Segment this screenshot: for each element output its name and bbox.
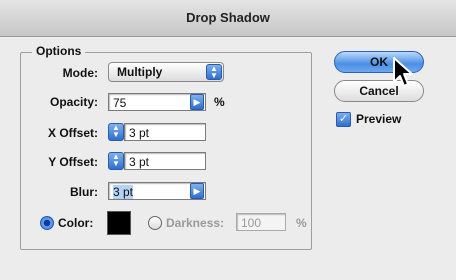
- x-offset-label: X Offset:: [47, 126, 98, 140]
- mode-label: Mode:: [62, 66, 98, 80]
- preview-label: Preview: [356, 112, 402, 126]
- blur-value: 3 pt: [113, 185, 134, 199]
- preview-checkbox[interactable]: ✓: [336, 112, 351, 127]
- x-offset-stepper-icon[interactable]: ▲ ▼: [108, 123, 124, 141]
- blur-label: Blur:: [70, 185, 98, 199]
- dialog-title: Drop Shadow: [186, 10, 270, 25]
- darkness-field[interactable]: 100: [236, 213, 286, 231]
- opacity-dropdown-arrow-icon[interactable]: ▶: [190, 94, 204, 110]
- y-offset-label: Y Offset:: [48, 155, 98, 169]
- color-swatch[interactable]: [107, 211, 131, 235]
- darkness-label: Darkness:: [166, 216, 225, 230]
- darkness-unit: %: [296, 216, 307, 230]
- opacity-label: Opacity:: [49, 95, 98, 109]
- blur-dropdown-arrow-icon[interactable]: ▶: [190, 183, 204, 199]
- mode-value: Multiply: [117, 65, 163, 79]
- title-bar: Drop Shadow: [0, 0, 456, 37]
- options-legend: Options: [32, 44, 86, 58]
- y-offset-field[interactable]: 3 pt: [124, 152, 206, 170]
- color-label: Color:: [58, 216, 94, 230]
- y-offset-stepper-icon[interactable]: ▲ ▼: [108, 152, 124, 170]
- mode-chevron-icon: ▲ ▼: [206, 64, 222, 80]
- x-offset-field[interactable]: 3 pt: [124, 123, 206, 141]
- drop-shadow-dialog: Drop Shadow Options Mode: Multiply ▲ ▼ Op…: [0, 0, 456, 280]
- darkness-radio[interactable]: [148, 216, 162, 230]
- color-radio[interactable]: [40, 216, 54, 230]
- arrow-cursor-icon: [393, 57, 413, 87]
- opacity-unit: %: [214, 95, 225, 109]
